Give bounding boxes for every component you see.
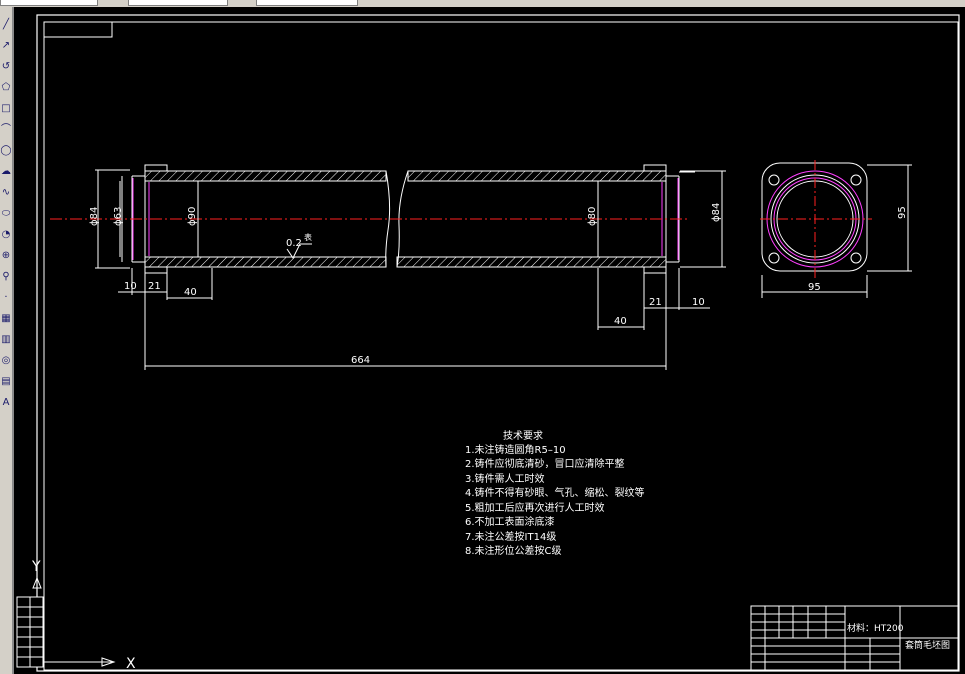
dim-40-right: 40 [614, 316, 627, 327]
line-tool-icon[interactable]: ╱ [0, 15, 12, 35]
gradient-tool-icon[interactable]: ▥ [0, 330, 12, 350]
polyline-tool-icon[interactable]: ↺ [0, 57, 12, 77]
tech-req-item: 1.未注铸造圆角R5–10 [465, 443, 566, 456]
ucs-icon [16, 576, 116, 668]
tech-req-title: 技术要求 [503, 429, 543, 442]
revision-cloud-tool-icon[interactable]: ☁ [0, 162, 12, 182]
tech-req-item: 6.不加工表面涂底漆 [465, 515, 555, 528]
draw-toolbar: ╱ ↗ ↺ ⬠ □ ⌒ ◯ ☁ ∿ ⬭ ◔ ⊕ ⚲ · ▦ ▥ ◎ ▤ A [0, 7, 12, 674]
dim-d63-left: ϕ63 [113, 207, 124, 226]
tech-req-item: 4.铸件不得有砂眼、气孔、缩松、裂纹等 [465, 486, 645, 499]
ucs-x-label: X [126, 656, 136, 672]
top-toolbar [0, 0, 965, 7]
polygon-tool-icon[interactable]: ⬠ [0, 78, 12, 98]
dim-21-left: 21 [148, 281, 161, 292]
insert-block-tool-icon[interactable]: ⊕ [0, 246, 12, 266]
tech-req-item: 5.粗加工后应再次进行人工时效 [465, 501, 605, 514]
tech-req-item: 2.铸件应彻底清砂，冒口应清除平整 [465, 457, 625, 470]
layer-dropdown[interactable] [0, 0, 98, 6]
dim-95-width: 95 [808, 282, 821, 293]
tech-requirements: 技术要求 1.未注铸造圆角R5–10 2.铸件应彻底清砂，冒口应清除平整 3.铸… [465, 429, 645, 557]
roughness-value: 0.2 [286, 238, 302, 249]
arc-tool-icon[interactable]: ⌒ [0, 120, 12, 140]
dim-d84-left: ϕ84 [89, 207, 100, 226]
tech-req-item: 3.铸件需人工时效 [465, 472, 545, 485]
roughness-label: 表 [304, 232, 312, 242]
construction-line-tool-icon[interactable]: ↗ [0, 36, 12, 56]
tech-req-item: 8.未注形位公差按C级 [465, 544, 562, 557]
region-tool-icon[interactable]: ◎ [0, 351, 12, 371]
multiline-text-tool-icon[interactable]: A [0, 393, 12, 413]
ellipse-arc-tool-icon[interactable]: ◔ [0, 225, 12, 245]
drawing-border [36, 14, 960, 672]
rectangle-tool-icon[interactable]: □ [0, 99, 12, 119]
hatch-tool-icon[interactable]: ▦ [0, 309, 12, 329]
end-view [760, 160, 912, 298]
ellipse-tool-icon[interactable]: ⬭ [0, 204, 12, 224]
dim-664: 664 [351, 355, 370, 366]
dim-d84-right: ϕ84 [711, 203, 722, 222]
drawing-canvas[interactable]: ϕ84 ϕ63 ϕ90 ϕ80 ϕ84 10 21 40 40 21 10 66… [14, 7, 965, 674]
dim-10-right: 10 [692, 297, 705, 308]
dim-d80-right: ϕ80 [587, 207, 598, 226]
top-left-label-box [43, 21, 113, 38]
make-block-tool-icon[interactable]: ⚲ [0, 267, 12, 287]
point-tool-icon[interactable]: · [0, 288, 12, 308]
table-tool-icon[interactable]: ▤ [0, 372, 12, 392]
dim-95-height: 95 [897, 206, 908, 219]
tech-req-item: 7.未注公差按IT14级 [465, 530, 556, 543]
spline-tool-icon[interactable]: ∿ [0, 183, 12, 203]
title-block-drawing-name: 套筒毛坯图 [905, 639, 950, 651]
dim-21-right: 21 [649, 297, 662, 308]
circle-tool-icon[interactable]: ◯ [0, 141, 12, 161]
title-block [750, 605, 959, 671]
inner-frame [43, 21, 959, 671]
cad-drawing: ϕ84 ϕ63 ϕ90 ϕ80 ϕ84 10 21 40 40 21 10 66… [16, 14, 960, 672]
linetype-dropdown[interactable] [256, 0, 358, 6]
dim-40-left: 40 [184, 287, 197, 298]
title-block-material: 材料：HT200 [847, 622, 904, 634]
ucs-y-label: Y [31, 559, 41, 575]
dim-d90: ϕ90 [187, 207, 198, 226]
color-dropdown[interactable] [128, 0, 228, 6]
dim-10-left: 10 [124, 281, 137, 292]
